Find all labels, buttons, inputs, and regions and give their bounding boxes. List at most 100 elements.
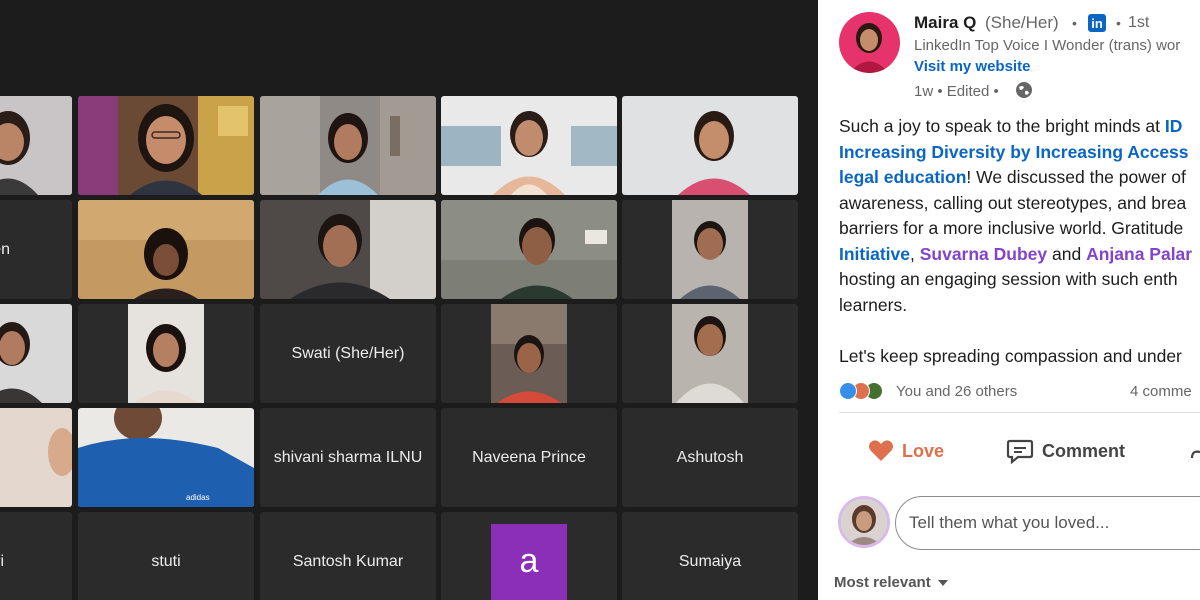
sort-dropdown[interactable]: Most relevant: [834, 574, 949, 591]
repost-icon[interactable]: [1188, 446, 1200, 464]
separator-dot: •: [937, 83, 947, 100]
participant-name: Swati (She/Her): [291, 344, 405, 362]
linkedin-post: Maira Q (She/Her) • in • 1st LinkedIn To…: [818, 0, 1200, 600]
divider: [839, 412, 1200, 413]
participant-avatar-letter: a: [491, 523, 567, 600]
participant-tile[interactable]: Ashutosh: [622, 408, 798, 507]
post-text: ! We discussed the power of: [966, 167, 1186, 187]
participant-video: [672, 304, 748, 403]
post-text: barriers for a more inclusive world. Gra…: [839, 218, 1184, 238]
participant-tile[interactable]: [622, 200, 798, 299]
separator-dot: •: [1072, 15, 1077, 31]
comment-button[interactable]: Comment: [1006, 436, 1125, 466]
participant-tile[interactable]: [78, 304, 254, 403]
participant-tile[interactable]: umari: [0, 512, 72, 600]
participant-video: [672, 200, 748, 299]
love-label: Love: [902, 440, 945, 461]
mention-link[interactable]: Initiative: [839, 244, 910, 264]
caret-down-icon: [937, 579, 948, 586]
participant-name: stuti: [151, 552, 181, 570]
mention-link[interactable]: Anjana Palar: [1086, 244, 1192, 264]
post-text: and: [1047, 243, 1087, 264]
participant-video: [128, 304, 204, 403]
like-icon: [839, 382, 857, 400]
participant-name: shivani sharma ILNU: [273, 448, 423, 466]
post-text: ,: [910, 243, 920, 264]
participant-video: [78, 96, 254, 195]
participant-name: umari: [0, 552, 4, 570]
post-text: learners.: [839, 294, 908, 315]
participant-tile[interactable]: [260, 200, 436, 299]
post-text: awareness, calling out stereotypes, and …: [839, 192, 1187, 213]
post-meta: 1w • Edited •: [914, 83, 999, 100]
participant-tile[interactable]: [0, 96, 72, 195]
participant-video: [0, 304, 72, 403]
reactions-summary[interactable]: You and 26 others: [896, 383, 1017, 400]
post-text: Let's keep spreading compassion and unde…: [839, 345, 1182, 366]
participant-video: [260, 96, 436, 195]
author-name[interactable]: Maira Q: [914, 13, 976, 33]
participant-tile[interactable]: [441, 200, 617, 299]
separator-dot: •: [1116, 15, 1121, 31]
participant-tile[interactable]: [622, 96, 798, 195]
participant-tile[interactable]: [622, 304, 798, 403]
post-body: Such a joy to speak to the bright minds …: [839, 114, 1200, 369]
participant-tile[interactable]: [441, 304, 617, 403]
participant-tile[interactable]: Swati (She/Her): [260, 304, 436, 403]
participant-tile-active[interactable]: [78, 96, 254, 195]
mention-link[interactable]: Increasing Diversity by Increasing Acces…: [839, 142, 1189, 162]
post-text: Such a joy to speak to the bright minds …: [839, 116, 1165, 136]
participant-tile[interactable]: Santosh Kumar: [260, 512, 436, 600]
participant-tile[interactable]: a: [441, 512, 617, 600]
participant-tile[interactable]: [260, 96, 436, 195]
comments-count[interactable]: 4 comme: [1130, 383, 1192, 400]
post-text: hosting an engaging session with such en…: [839, 269, 1178, 289]
connection-degree: 1st: [1128, 14, 1150, 31]
mention-link[interactable]: ID: [1165, 116, 1183, 136]
participant-video: [0, 96, 72, 195]
post-edited: Edited: [946, 83, 990, 100]
author-avatar[interactable]: [839, 12, 900, 73]
visit-website-link[interactable]: Visit my website: [914, 58, 1030, 75]
linkedin-premium-icon: in: [1088, 14, 1106, 32]
participant-tile[interactable]: [78, 200, 254, 299]
participant-tile[interactable]: Sumaiya: [622, 512, 798, 600]
participant-video: [260, 200, 436, 299]
participant-name: Ashutosh: [676, 448, 744, 466]
post-age: 1w: [914, 83, 934, 100]
participant-video: [491, 304, 567, 403]
participant-name: Sumaiya: [678, 552, 742, 570]
heart-icon: [869, 440, 893, 461]
participant-tile[interactable]: Naveena Prince: [441, 408, 617, 507]
separator-dot: •: [993, 83, 999, 100]
participant-video: adidas: [78, 408, 254, 507]
comment-label: Comment: [1042, 440, 1126, 461]
participant-tile[interactable]: stuti: [78, 512, 254, 600]
participant-video: [441, 96, 617, 195]
participant-tile[interactable]: [0, 408, 72, 507]
love-button[interactable]: Love: [868, 436, 944, 466]
participant-video: [78, 200, 254, 299]
sort-label: Most relevant: [834, 574, 931, 591]
participant-tile[interactable]: en: [0, 200, 72, 299]
participant-video: [622, 96, 798, 195]
participant-tile[interactable]: [441, 96, 617, 195]
author-headline: LinkedIn Top Voice I Wonder (trans) wor: [914, 37, 1181, 54]
participant-video: [0, 408, 72, 507]
participant-tile[interactable]: adidas: [78, 408, 254, 507]
participant-name: Naveena Prince: [472, 448, 586, 466]
current-user-avatar: [838, 496, 890, 548]
participant-name: Santosh Kumar: [292, 552, 404, 570]
reactions-row[interactable]: You and 26 others 4 comme: [839, 381, 1200, 403]
mention-link[interactable]: legal education: [839, 167, 966, 187]
mention-link[interactable]: Suvarna Dubey: [920, 244, 1047, 264]
participant-video: [441, 200, 617, 299]
svg-text:adidas: adidas: [186, 493, 210, 502]
comment-icon: [1006, 439, 1034, 464]
participant-name: en: [0, 240, 10, 258]
participant-tile[interactable]: shivani sharma ILNU: [260, 408, 436, 507]
globe-icon: [1016, 82, 1032, 98]
participant-tile[interactable]: [0, 304, 72, 403]
comment-input[interactable]: [895, 496, 1200, 550]
author-pronouns: (She/Her): [985, 13, 1059, 32]
